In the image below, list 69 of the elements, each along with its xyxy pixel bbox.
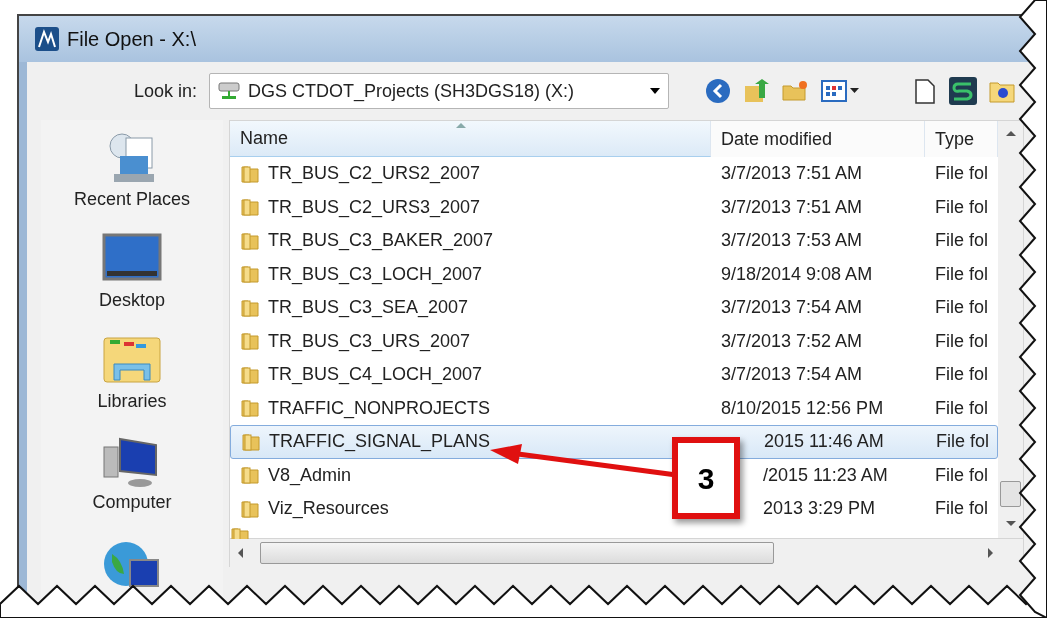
date-modified: 3/7/2013 7:54 AM <box>721 364 863 385</box>
callout-number: 3 <box>672 437 740 519</box>
date-modified: 3/7/2013 7:53 AM <box>721 230 863 251</box>
folder-icon <box>240 230 260 251</box>
folder-icon <box>240 264 260 285</box>
sidebar-item[interactable]: Libraries <box>97 388 167 415</box>
file-name: TR_BUS_C3_BAKER_2007 <box>268 229 494 253</box>
folder-icon <box>240 498 260 519</box>
file-type: File fol <box>935 163 988 184</box>
file-row[interactable]: TRAFFIC_SIGNAL_PLANS 2015 11:46 AM File fol <box>230 425 998 459</box>
folder-icon <box>240 297 260 318</box>
scrollbar-thumb[interactable] <box>1000 481 1021 507</box>
date-modified: /2015 11:23 AM <box>763 464 888 485</box>
window-title: File Open - X:\ <box>67 27 196 52</box>
look-in-label: Look in: <box>134 79 198 103</box>
column-header[interactable]: Name <box>230 121 711 157</box>
folder-icon <box>241 431 261 452</box>
new-document-icon[interactable] <box>913 77 938 105</box>
view-menu-icon[interactable] <box>821 79 862 103</box>
file-type: File fol <box>935 297 988 318</box>
date-modified: 3/7/2013 7:52 AM <box>721 330 863 351</box>
sidebar-item[interactable]: Desktop <box>98 287 165 314</box>
date-modified: 9/18/2014 9:08 AM <box>721 263 873 284</box>
file-name: TR_BUS_C2_URS2_2007 <box>268 162 481 186</box>
file-name: TRAFFIC_NONPROJECTS <box>268 396 490 421</box>
folder-icon <box>240 364 260 385</box>
caret-icon <box>650 88 661 94</box>
file-name: TR_BUS_C3_SEA_2007 <box>268 296 469 320</box>
folder-icon <box>240 398 260 419</box>
sidebar-item[interactable]: Computer <box>92 489 172 516</box>
scrollbar-thumb[interactable] <box>260 541 774 564</box>
vertical-scrollbar[interactable] <box>998 121 1023 538</box>
file-name: V8_Admin <box>268 463 352 488</box>
app-logo-icon <box>35 27 59 51</box>
column-header[interactable]: Type <box>925 121 998 157</box>
file-type: File fol <box>935 498 988 519</box>
file-type: File fol <box>935 330 988 351</box>
file-type: File fol <box>935 364 988 385</box>
new-folder-icon[interactable] <box>781 78 810 104</box>
file-type: File fol <box>936 431 989 452</box>
folder-icon <box>240 465 260 486</box>
file-type: File fol <box>935 263 988 284</box>
date-modified: 3/7/2013 7:51 AM <box>721 163 863 184</box>
file-name: TRAFFIC_SIGNAL_PLANS <box>269 430 491 454</box>
file-type: File fol <box>935 196 988 217</box>
s-logo-icon[interactable] <box>949 77 978 105</box>
sort-arrow-icon <box>456 123 466 128</box>
look-in-dropdown[interactable]: DGS CTDOT_Projects (SH3DGS18) (X:) <box>209 73 670 109</box>
file-type: File fol <box>935 230 988 251</box>
file-name: TR_BUS_C3_LOCH_2007 <box>268 262 483 287</box>
horizontal-scrollbar[interactable] <box>229 538 1024 567</box>
network-drive-icon <box>218 81 241 101</box>
folder-icon <box>240 163 260 184</box>
column-header[interactable]: Date modified <box>711 121 925 157</box>
folder-icon <box>240 331 260 352</box>
date-modified: 3/7/2013 7:54 AM <box>721 297 863 318</box>
date-modified: 8/10/2015 12:56 PM <box>721 397 884 418</box>
file-name: Viz_Resources <box>268 497 389 521</box>
file-type: File fol <box>935 464 988 485</box>
file-type: File fol <box>935 397 988 418</box>
file-name: TR_BUS_C2_URS3_2007 <box>268 195 481 220</box>
folder-icon <box>240 197 260 218</box>
sidebar-item[interactable]: Recent Places <box>73 186 191 213</box>
date-modified: 2015 11:46 AM <box>764 431 884 452</box>
file-name: TR_BUS_C4_LOCH_2007 <box>268 363 483 387</box>
file-name: TR_BUS_C3_URS_2007 <box>268 329 471 354</box>
date-modified: 3/7/2013 7:51 AM <box>721 196 863 217</box>
date-modified: 2013 3:29 PM <box>763 498 876 519</box>
up-folder-icon[interactable] <box>743 78 770 104</box>
